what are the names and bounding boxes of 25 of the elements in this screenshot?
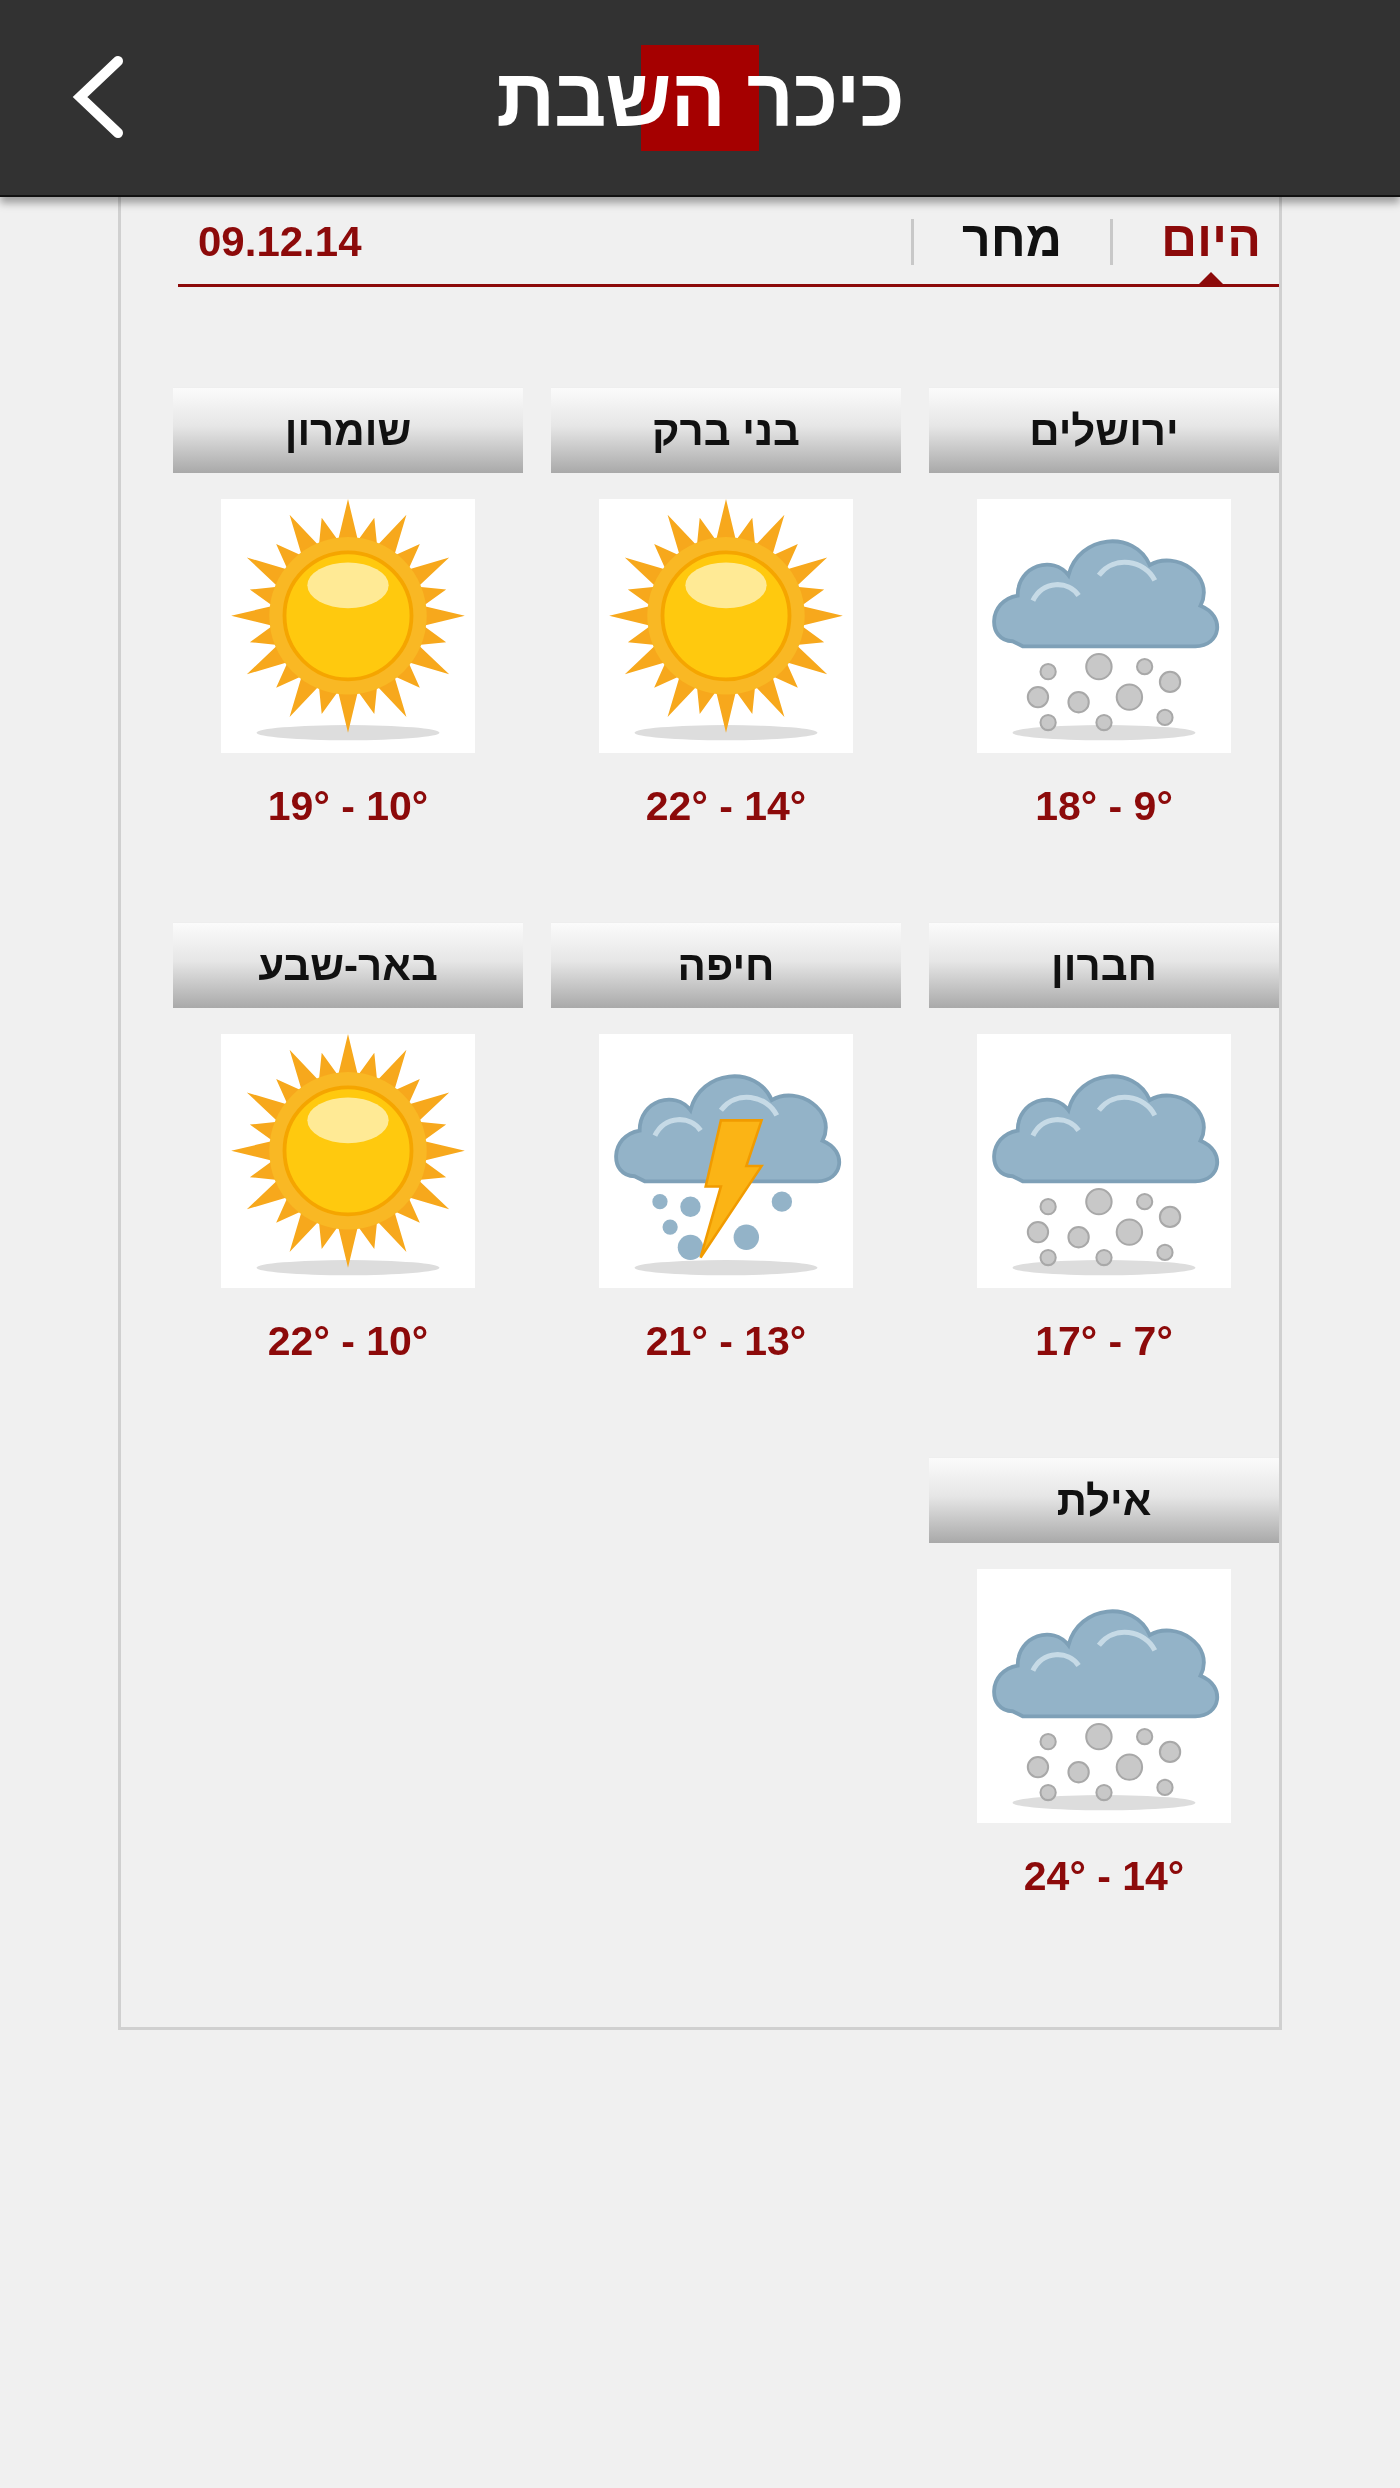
back-icon[interactable] xyxy=(70,55,126,139)
temperature-range: 18° - 9° xyxy=(1035,783,1173,830)
date-label: 09.12.14 xyxy=(197,217,362,266)
sun-icon xyxy=(231,1034,465,1276)
temperature-range: 19° - 10° xyxy=(267,783,429,830)
temperature-range: 17° - 7° xyxy=(1035,1318,1173,1365)
city-name: באר-שבע xyxy=(173,922,523,1008)
city-name: ירושלים xyxy=(929,387,1279,473)
hail-cloud-icon xyxy=(992,539,1220,741)
storm-cloud-icon xyxy=(614,1074,842,1276)
temperature-range: 21° - 13° xyxy=(645,1318,807,1365)
city-name: חברון xyxy=(929,922,1279,1008)
sun-icon xyxy=(231,499,465,741)
temperature-range: 22° - 14° xyxy=(645,783,807,830)
city-name: אילת xyxy=(929,1457,1279,1543)
city-name: בני ברק xyxy=(551,387,901,473)
sun-icon xyxy=(609,499,843,741)
city-name: חיפה xyxy=(551,922,901,1008)
day-tab[interactable]: היום xyxy=(1143,208,1279,284)
day-tab[interactable]: מחר xyxy=(943,208,1080,284)
hail-cloud-icon xyxy=(992,1609,1220,1811)
temperature-range: 24° - 14° xyxy=(1023,1853,1185,1900)
hail-cloud-icon xyxy=(992,1074,1220,1276)
temperature-range: 22° - 10° xyxy=(267,1318,429,1365)
city-name: שומרון xyxy=(173,387,523,473)
